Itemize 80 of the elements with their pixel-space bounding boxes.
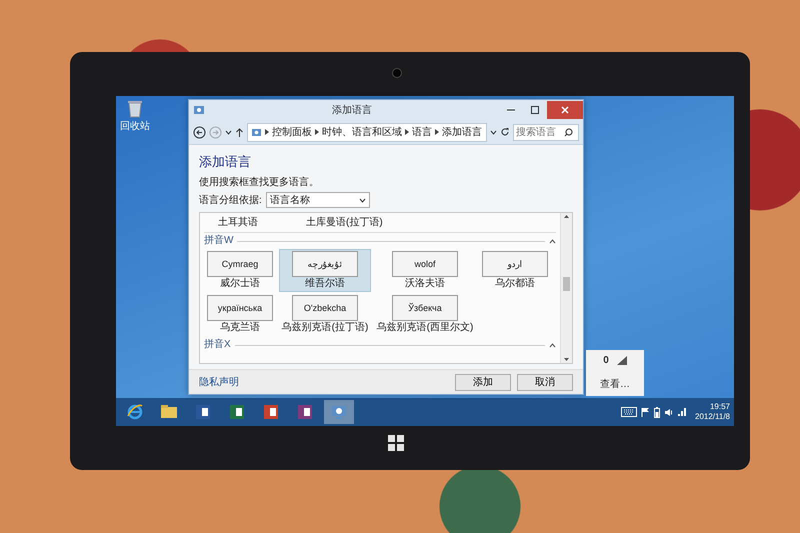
language-name: 沃洛夫语: [405, 278, 445, 290]
language-name[interactable]: 土耳其语: [218, 215, 258, 229]
language-tile[interactable]: Cymraeg 威尔士语: [204, 249, 276, 292]
maximize-icon: [531, 106, 539, 114]
flyout-value: 0: [603, 355, 609, 366]
search-icon: [564, 128, 573, 136]
scroll-up-icon: [563, 213, 570, 219]
desktop-icon-label[interactable]: 回收站: [120, 119, 150, 133]
speaker-icon[interactable]: [664, 408, 673, 416]
group-by-label: 语言分组依据:: [199, 194, 262, 207]
language-tile[interactable]: Ўзбекча 乌兹别克语(西里尔文): [374, 293, 476, 336]
group-by-dropdown[interactable]: 语言名称: [266, 192, 370, 208]
native-name: O'zbekcha: [292, 295, 358, 321]
control-panel-icon: [251, 126, 262, 138]
taskbar-app-button[interactable]: [324, 400, 354, 424]
dialog-button[interactable]: 取消: [517, 374, 573, 390]
language-name: 维吾尔语: [305, 278, 345, 290]
notebook-icon: [296, 403, 314, 421]
language-name[interactable]: 土库曼语(拉丁语): [306, 215, 383, 229]
native-name: اردو: [482, 251, 548, 277]
language-name: 乌兹别克语(拉丁语): [282, 322, 368, 334]
close-button[interactable]: [547, 101, 583, 119]
presentation-icon: [262, 403, 280, 421]
caret-icon[interactable]: [225, 128, 232, 136]
minimize-icon: [507, 109, 515, 111]
description-text: 使用搜索框查找更多语言。: [199, 176, 320, 189]
native-name: Ўзбекча: [392, 295, 458, 321]
document-icon: [194, 403, 212, 421]
language-name: 乌兹别克语(西里尔文): [376, 322, 474, 334]
group-header: 拼音W: [204, 235, 234, 247]
keyboard-icon[interactable]: [621, 407, 637, 417]
flyout-link[interactable]: 查看…: [600, 376, 630, 391]
flag-icon[interactable]: [641, 407, 650, 417]
breadcrumb-item[interactable]: 控制面板: [272, 125, 312, 139]
chevron-icon: [434, 128, 440, 136]
language-name: 威尔士语: [220, 278, 260, 290]
chevron-icon: [264, 128, 270, 136]
breadcrumb-item[interactable]: 语言: [412, 125, 432, 139]
caret-icon[interactable]: [490, 128, 497, 136]
page-heading: 添加语言: [199, 153, 252, 171]
scroll-down-icon: [563, 357, 570, 363]
chevron-icon: [314, 128, 320, 136]
browser-icon: [126, 403, 144, 421]
privacy-link[interactable]: 隐私声明: [199, 375, 449, 389]
native-name: Cymraeg: [207, 251, 273, 277]
language-tile[interactable]: O'zbekcha 乌兹别克语(拉丁语): [279, 293, 371, 336]
folder-icon: [160, 403, 178, 421]
scrollbar[interactable]: [560, 213, 572, 363]
scroll-thumb[interactable]: [563, 277, 570, 291]
collapse-caret-icon[interactable]: [549, 238, 556, 244]
refresh-icon[interactable]: [500, 127, 510, 137]
control-panel-icon: [193, 104, 205, 116]
close-icon: [561, 106, 569, 114]
address-field[interactable]: 控制面板 时钟、语言和区域 语言 添加语言: [247, 122, 487, 142]
native-name: ئۇيغۇرچە: [292, 251, 358, 277]
breadcrumb-item[interactable]: 添加语言: [442, 125, 482, 139]
control-panel-icon: [330, 403, 348, 421]
clock-date[interactable]: 2012/11/8: [695, 412, 730, 422]
battery-icon[interactable]: [654, 406, 660, 418]
clock-time[interactable]: 19:57: [710, 402, 730, 412]
native-name: wolof: [392, 251, 458, 277]
dialog-button[interactable]: 添加: [455, 374, 511, 390]
trash-bin-icon[interactable]: [127, 100, 143, 118]
chevron-icon: [404, 128, 410, 136]
network-icon[interactable]: [677, 407, 687, 417]
language-name: 乌尔都语: [495, 278, 535, 290]
collapse-caret-icon[interactable]: [549, 342, 556, 348]
language-name: 乌克兰语: [220, 322, 260, 334]
signal-icon: [616, 356, 627, 366]
windows-logo-icon[interactable]: [388, 435, 404, 451]
native-name: українська: [207, 295, 273, 321]
up-arrow-icon[interactable]: [235, 126, 244, 138]
spreadsheet-icon: [228, 403, 246, 421]
caret-icon: [358, 196, 366, 204]
camera-lens: [392, 68, 402, 78]
language-tile[interactable]: українська 乌克兰语: [204, 293, 276, 336]
window-title: 添加语言: [331, 104, 373, 117]
group-header: 拼音X: [204, 339, 231, 351]
breadcrumb-item[interactable]: 时钟、语言和区域: [322, 125, 402, 139]
language-tile[interactable]: wolof 沃洛夫语: [374, 249, 476, 292]
